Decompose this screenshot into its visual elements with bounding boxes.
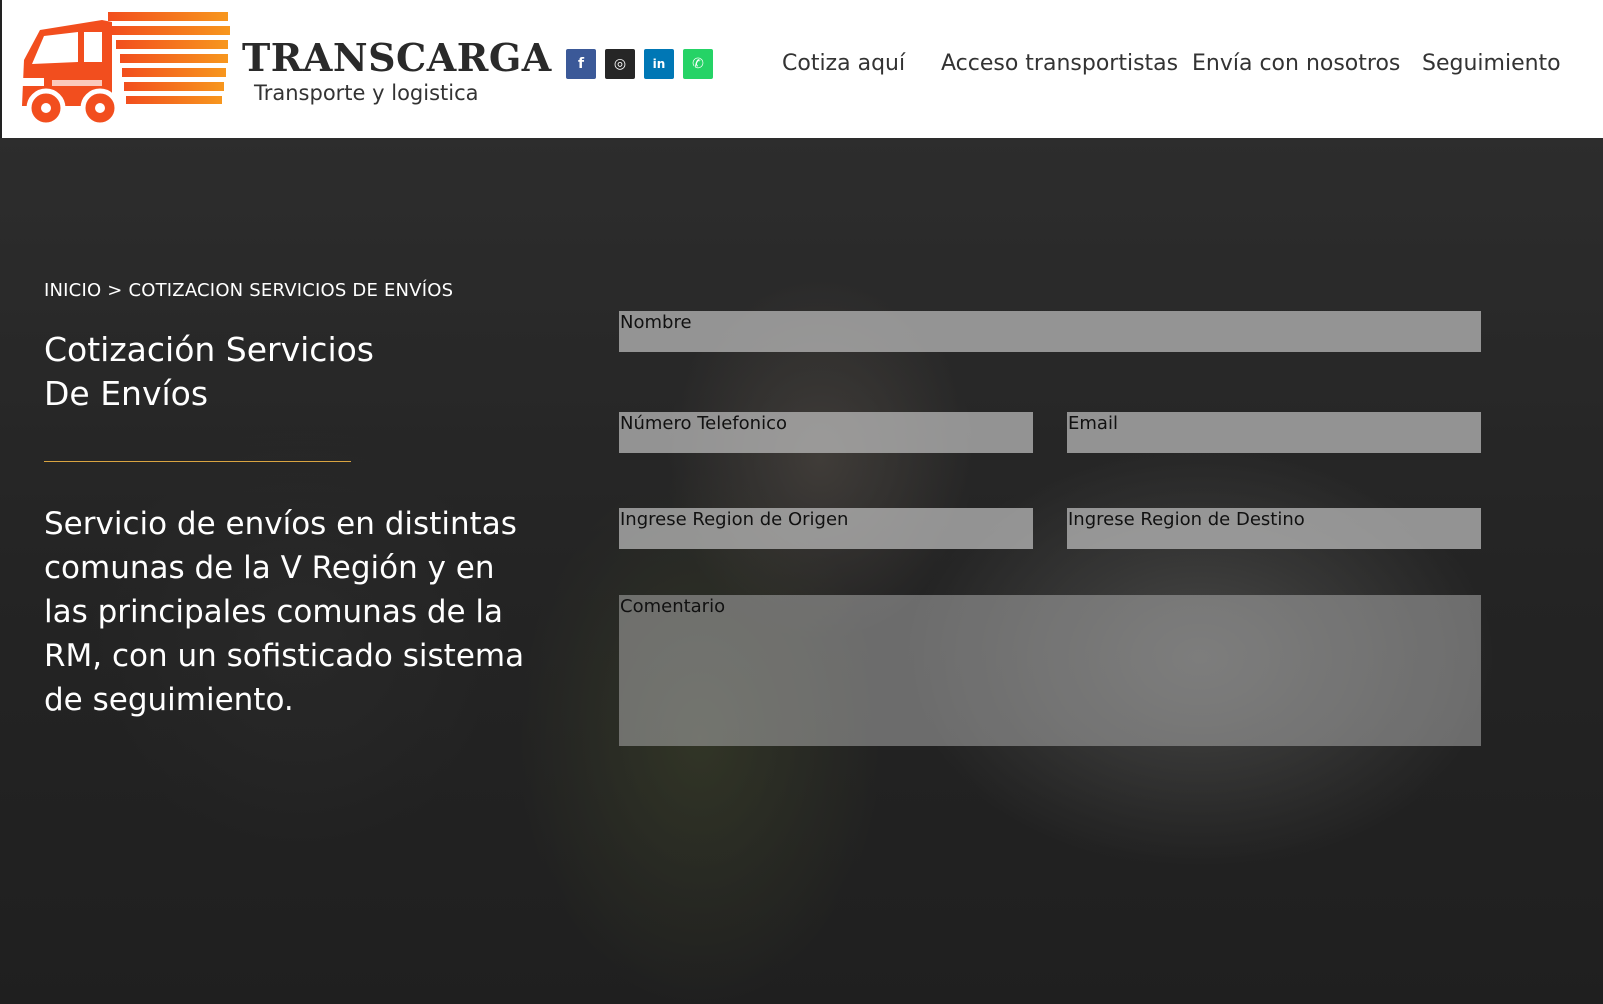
region-origen-field[interactable]: Ingrese Region de Origen [619,508,1033,549]
nav-cotiza[interactable]: Cotiza aquí [782,47,905,81]
nav-seguimiento[interactable]: Seguimiento [1422,47,1561,81]
page-title-line-2: De Envíos [44,374,209,413]
region-destino-field[interactable]: Ingrese Region de Destino [1067,508,1481,549]
facebook-icon[interactable]: f [566,49,596,79]
site-header: TRANSCARGA Transporte y logistica f ◎ in… [0,0,1603,138]
whatsapp-icon[interactable]: ✆ [683,49,713,79]
service-description: Servicio de envíos en distintas comunas … [44,506,525,718]
breadcrumb-separator: > [107,280,123,301]
nav-envia-con-nosotros[interactable]: Envía con nosotros [1192,47,1400,81]
brand-name: TRANSCARGA [242,35,552,80]
truck-logo-icon[interactable] [16,6,236,130]
nav-acceso-transportistas[interactable]: Acceso transportistas [941,47,1178,81]
nombre-field[interactable]: Nombre [619,311,1481,352]
breadcrumb: INICIO > COTIZACION SERVICIOS DE ENVÍOS [44,280,453,301]
title-divider [44,461,351,462]
email-field[interactable]: Email [1067,412,1481,453]
page-title: Cotización Servicios De Envíos [44,328,464,416]
hero-section: INICIO > COTIZACION SERVICIOS DE ENVÍOS … [0,138,1603,1004]
social-links: f ◎ in ✆ [566,49,713,79]
breadcrumb-current: COTIZACION SERVICIOS DE ENVÍOS [128,280,454,301]
telefono-field[interactable]: Número Telefonico [619,412,1033,453]
breadcrumb-home[interactable]: INICIO [44,280,101,301]
comentario-field[interactable]: Comentario [619,595,1481,746]
brand-tagline: Transporte y logistica [254,81,479,105]
page-title-line-1: Cotización Servicios [44,330,374,369]
linkedin-icon[interactable]: in [644,49,674,79]
brand[interactable]: TRANSCARGA Transporte y logistica [242,36,552,106]
instagram-icon[interactable]: ◎ [605,49,635,79]
